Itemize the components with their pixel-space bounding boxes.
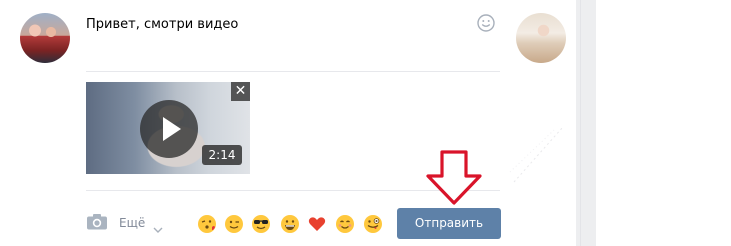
winking-face-emoji-icon[interactable] [224, 214, 244, 234]
smiling-face-emoji-icon[interactable] [335, 214, 355, 234]
divider-top [86, 71, 500, 72]
grinning-face-emoji-icon[interactable] [280, 214, 300, 234]
red-heart-emoji-icon[interactable] [307, 214, 327, 234]
recipient-avatar[interactable] [516, 13, 566, 63]
kissing-wink-emoji-icon[interactable] [197, 214, 217, 234]
sender-avatar[interactable] [20, 13, 70, 63]
more-attachments-button[interactable]: Ещё [119, 216, 145, 230]
sunglasses-face-emoji-icon[interactable] [251, 214, 271, 234]
smiley-icon[interactable] [477, 14, 495, 32]
remove-attachment-button[interactable]: ✕ [231, 82, 250, 101]
send-button[interactable]: Отправить [397, 208, 501, 239]
message-input[interactable]: Привет, смотри видео [86, 17, 238, 32]
video-duration-badge: 2:14 [202, 145, 242, 165]
play-icon[interactable] [140, 100, 198, 158]
red-down-arrow-annotation [424, 150, 484, 206]
camera-icon[interactable] [86, 213, 108, 231]
right-panel-divider [576, 0, 596, 246]
chevron-down-icon [153, 219, 163, 233]
crazy-face-emoji-icon[interactable] [363, 214, 383, 234]
watermark-logo [508, 122, 568, 192]
